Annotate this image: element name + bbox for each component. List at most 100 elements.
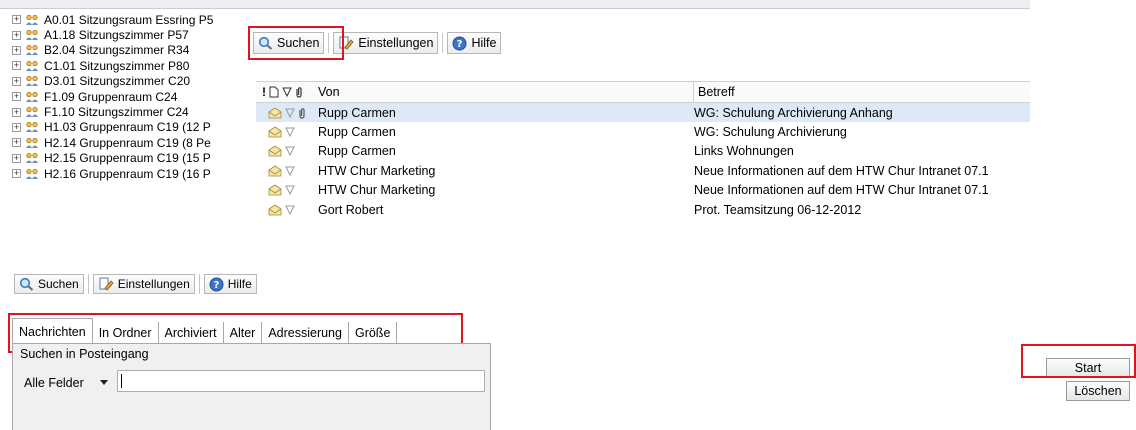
search-query-input[interactable] — [117, 370, 485, 392]
start-button-label: Start — [1074, 361, 1102, 375]
importance-column-icon[interactable]: ! — [262, 85, 266, 99]
envelope-open-icon — [268, 126, 282, 138]
meeting-room-icon — [26, 29, 38, 41]
flag-icon[interactable] — [285, 165, 295, 177]
toolbar-divider — [87, 274, 89, 294]
flag-icon[interactable] — [285, 184, 295, 196]
search-button-lower[interactable]: Suchen — [14, 274, 84, 294]
search-tabs: Nachrichten In Ordner Archiviert Alter Adres… — [12, 318, 398, 344]
tab-label: Archiviert — [164, 326, 217, 340]
flag-icon[interactable] — [285, 107, 295, 119]
attachment-column-icon[interactable] — [295, 86, 303, 98]
expand-icon[interactable]: + — [12, 153, 21, 163]
help-icon: ? — [452, 36, 467, 50]
meeting-room-icon — [26, 60, 38, 71]
expand-icon[interactable]: + — [12, 169, 21, 179]
tree-item-label: H2.15 Gruppenraum C19 (15 P — [44, 151, 211, 166]
expand-icon[interactable]: + — [12, 122, 21, 132]
flag-icon[interactable] — [285, 126, 295, 138]
mail-row-subject: Neue Informationen auf dem HTW Chur Intr… — [694, 183, 989, 198]
tab-adressierung[interactable]: Adressierung — [262, 322, 349, 344]
mail-row-icons — [256, 184, 318, 196]
meeting-room-icon — [26, 168, 38, 179]
column-header-subject[interactable]: Betreff — [694, 85, 735, 99]
envelope-open-icon — [268, 107, 282, 118]
bottom-toolbar: Suchen Einstellungen ? Hilfe — [14, 274, 257, 294]
expand-icon[interactable]: + — [12, 30, 21, 40]
tree-item[interactable]: + A0.01 Sitzungsraum Essring P5 — [12, 12, 248, 27]
mail-row-from: Rupp Carmen — [318, 144, 396, 159]
tree-item-label: B2.04 Sitzungszimmer R34 — [44, 43, 190, 58]
field-select[interactable]: Alle Felder — [20, 372, 112, 393]
expand-icon[interactable]: + — [12, 76, 21, 86]
tree-item[interactable]: + F1.09 Gruppenraum C24 — [12, 89, 248, 104]
flag-icon[interactable] — [285, 204, 295, 216]
tab-archiviert[interactable]: Archiviert — [158, 322, 224, 344]
envelope-open-icon — [268, 204, 282, 215]
help-button[interactable]: ? Hilfe — [447, 32, 502, 54]
tab-nachrichten[interactable]: Nachrichten — [12, 318, 93, 344]
tree-item[interactable]: + F1.10 Sitzungszimmer C24 — [12, 104, 248, 119]
mail-row[interactable]: Rupp Carmen WG: Schulung Archivierung Anh… — [256, 103, 1030, 122]
help-icon: ? — [209, 277, 224, 291]
field-select-value: Alle Felder — [24, 375, 84, 390]
tree-item-label: D3.01 Sitzungszimmer C20 — [44, 74, 191, 89]
expand-icon[interactable]: + — [12, 92, 21, 102]
mail-row[interactable]: HTW Chur Marketing Neue Informationen auf… — [256, 181, 1030, 200]
meeting-room-icon — [26, 14, 38, 25]
tab-alter[interactable]: Alter — [223, 322, 263, 344]
document-column-icon[interactable] — [269, 86, 279, 98]
mail-row-from: Rupp Carmen — [318, 105, 396, 120]
folder-tree: + A0.01 Sitzungsraum Essring P5 + A1.18 Sit… — [12, 12, 248, 232]
mail-row[interactable]: Gort Robert Prot. Teamsitzung 06-12-2012 — [256, 200, 1030, 219]
expand-icon[interactable]: + — [12, 15, 21, 25]
help-button-lower[interactable]: ? Hilfe — [203, 274, 257, 294]
clear-button-label: Löschen — [1074, 384, 1122, 398]
mail-row-subject: Links Wohnungen — [694, 144, 794, 159]
expand-icon[interactable]: + — [12, 61, 21, 71]
search-button-label: Suchen — [38, 277, 79, 291]
tab-label: Nachrichten — [19, 324, 86, 339]
settings-icon — [99, 277, 114, 291]
tree-item[interactable]: + B2.04 Sitzungszimmer R34 — [12, 43, 248, 58]
chevron-down-icon — [100, 380, 108, 385]
flag-icon[interactable] — [285, 145, 295, 157]
tree-item-label: F1.09 Gruppenraum C24 — [44, 89, 178, 104]
settings-icon — [339, 36, 354, 50]
mail-row-from: Gort Robert — [318, 202, 384, 217]
expand-icon[interactable]: + — [12, 45, 21, 55]
search-button[interactable]: Suchen — [253, 32, 325, 54]
expand-icon[interactable]: + — [12, 138, 21, 148]
flag-column-icon[interactable] — [282, 86, 292, 98]
expand-icon[interactable]: + — [12, 107, 21, 117]
envelope-open-icon — [268, 145, 282, 157]
mail-row-subject: Neue Informationen auf dem HTW Chur Intr… — [694, 163, 989, 178]
tree-item-label: C1.01 Sitzungszimmer P80 — [44, 58, 190, 73]
tree-item-label: H1.03 Gruppenraum C19 (12 P — [44, 120, 211, 135]
tree-item[interactable]: + H1.03 Gruppenraum C19 (12 P — [12, 120, 248, 135]
tab-label: Alter — [229, 326, 256, 340]
tree-item[interactable]: + A1.18 Sitzungszimmer P57 — [12, 27, 248, 42]
tree-item[interactable]: + D3.01 Sitzungszimmer C20 — [12, 74, 248, 89]
tree-item[interactable]: + H2.16 Gruppenraum C19 (16 P — [12, 166, 248, 181]
tree-item[interactable]: + H2.15 Gruppenraum C19 (15 P — [12, 151, 248, 166]
toolbar-divider — [442, 33, 444, 53]
meeting-room-icon — [26, 76, 38, 87]
text-cursor — [121, 374, 122, 388]
mail-row-subject: WG: Schulung Archivierung — [694, 124, 847, 139]
clear-button[interactable]: Löschen — [1066, 381, 1130, 401]
mail-row-subject: WG: Schulung Archivierung Anhang — [694, 105, 893, 120]
tree-item[interactable]: + H2.14 Gruppenraum C19 (8 Pe — [12, 135, 248, 150]
tree-item[interactable]: + C1.01 Sitzungszimmer P80 — [12, 58, 248, 73]
settings-button-lower[interactable]: Einstellungen — [92, 274, 195, 294]
mail-row-icons — [256, 126, 318, 138]
settings-button[interactable]: Einstellungen — [333, 32, 439, 54]
tab-in-ordner[interactable]: In Ordner — [92, 322, 159, 344]
mail-row[interactable]: Rupp Carmen WG: Schulung Archivierung — [256, 122, 1030, 141]
mail-row[interactable]: HTW Chur Marketing Neue Informationen auf… — [256, 161, 1030, 180]
start-button[interactable]: Start — [1046, 358, 1130, 378]
column-header-from[interactable]: Von — [318, 82, 694, 102]
tab-größe[interactable]: Größe — [348, 322, 398, 344]
toolbar-divider — [198, 274, 200, 294]
mail-row[interactable]: Rupp Carmen Links Wohnungen — [256, 142, 1030, 161]
